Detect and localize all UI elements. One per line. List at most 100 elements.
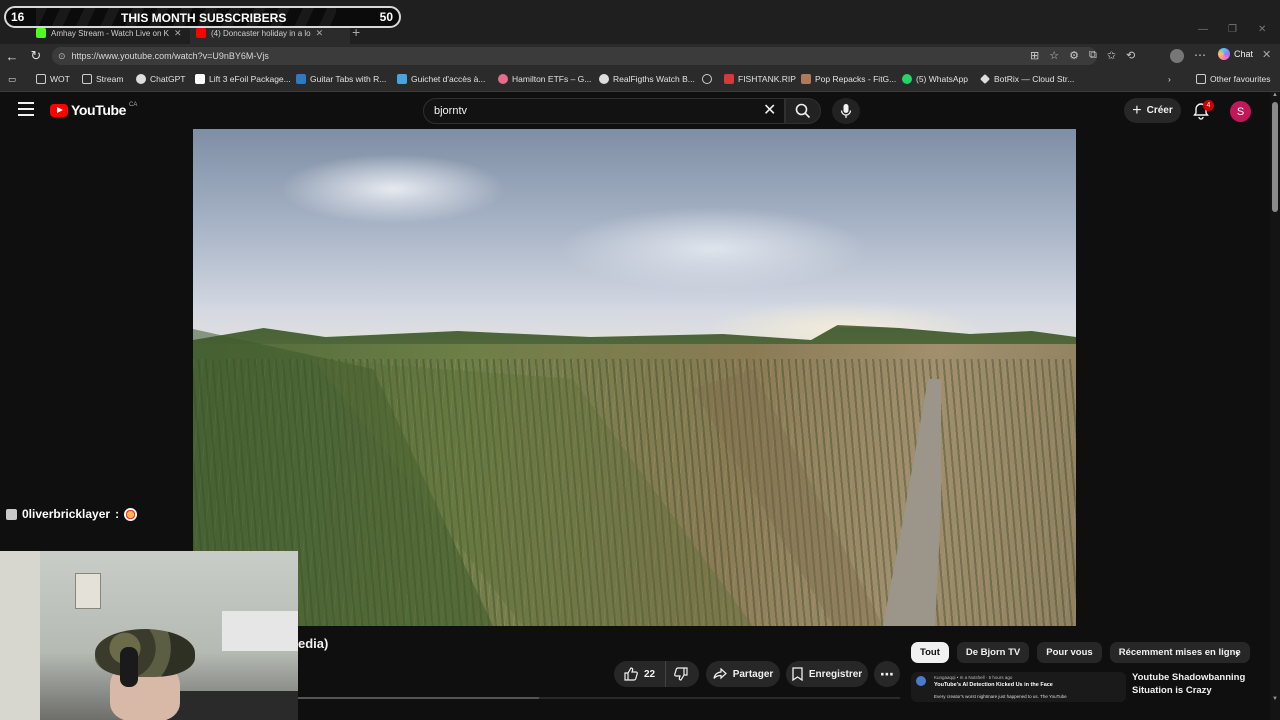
scroll-down-arrow-icon[interactable]: ▼ (1272, 696, 1278, 702)
chatgpt-icon (136, 74, 146, 84)
clear-search-icon[interactable]: ✕ (763, 100, 776, 120)
webcam-overlay (0, 551, 298, 720)
bookmark-item[interactable]: FISHTANK.RIP (724, 74, 796, 84)
tab-close-icon[interactable]: ✕ (316, 28, 324, 39)
youtube-logo[interactable]: YouTube CA (50, 102, 137, 118)
history-icon[interactable]: ⟲ (1126, 49, 1135, 62)
video-footpath (193, 329, 941, 626)
page-scrollbar[interactable]: ▲ ▼ (1270, 92, 1280, 720)
reload-icon[interactable]: ↻ (24, 48, 48, 64)
scrollbar-thumb[interactable] (1272, 102, 1278, 212)
fitgirl-icon (801, 74, 811, 84)
botrix-icon (980, 74, 990, 84)
chat-badge-icon (6, 508, 17, 520)
back-icon[interactable]: ← (0, 49, 24, 64)
other-favourites-folder[interactable]: Other favourites (1196, 74, 1270, 84)
youtube-favicon-icon (196, 28, 206, 38)
chip-all[interactable]: Tout (911, 642, 949, 663)
tab-close-icon[interactable]: ✕ (174, 28, 182, 39)
bookmark-item[interactable]: Pop Repacks - FitG... (801, 74, 896, 84)
address-bar-row: ← ↻ ⊙ https://www.youtube.com/watch?v=U9… (0, 44, 1280, 68)
folder-icon (36, 74, 46, 84)
bookmark-icon (792, 667, 803, 681)
youtube-header: YouTube CA ✕ + Créer (0, 92, 1270, 129)
save-label: Enregistrer (808, 668, 863, 680)
webcam-background-shelf (222, 611, 298, 651)
save-button[interactable]: Enregistrer (786, 661, 868, 687)
channel-icon (916, 676, 926, 686)
favorites-icon[interactable]: ✩ (1107, 49, 1116, 62)
account-avatar[interactable]: S (1230, 101, 1251, 122)
restore-icon[interactable]: ❐ (1228, 24, 1237, 35)
bookmark-item[interactable]: Stream (82, 74, 123, 84)
reading-mode-icon[interactable]: ▭ (8, 74, 16, 85)
favorite-star-icon[interactable]: ☆ (1049, 49, 1059, 62)
stream-chat-message: 0liverbricklayer : (6, 507, 138, 521)
bookmark-item[interactable]: RealFigths Watch B... (599, 74, 695, 84)
notification-badge: 4 (1203, 100, 1214, 111)
copilot-chat-button[interactable]: Chat (1218, 48, 1253, 60)
share-label: Partager (732, 668, 774, 680)
sidebar-close-icon[interactable]: ✕ (1262, 48, 1271, 61)
video-player[interactable] (193, 129, 1076, 626)
lock-icon: ⊙ (58, 50, 66, 61)
video-title: edia) (298, 636, 329, 651)
star-icon (397, 74, 407, 84)
search-input[interactable] (434, 105, 754, 117)
logo-text: YouTube (71, 102, 127, 118)
app-available-icon[interactable]: ⊞ (1030, 49, 1039, 62)
chat-username: 0liverbricklayer (22, 507, 111, 521)
extension-icon[interactable]: ⚙ (1069, 49, 1079, 62)
webcam-streamer-cap (95, 629, 195, 677)
thumbs-down-icon (674, 667, 688, 681)
dislike-button[interactable] (666, 661, 696, 687)
recommendation-chips: Tout De Bjorn TV Pour vous Récemment mis… (911, 642, 1250, 663)
chip-for-you[interactable]: Pour vous (1037, 642, 1102, 663)
chips-next-chevron-icon[interactable]: › (1235, 645, 1240, 661)
fish-icon (724, 74, 734, 84)
share-button[interactable]: Partager (706, 661, 780, 687)
scroll-up-arrow-icon[interactable]: ▲ (1272, 92, 1278, 98)
webcam-headset (120, 647, 138, 687)
bookmark-item[interactable]: (5) WhatsApp (902, 74, 968, 84)
create-label: Créer (1146, 105, 1173, 116)
chip-from-channel[interactable]: De Bjorn TV (956, 642, 1030, 663)
bookmark-item[interactable] (702, 74, 716, 84)
recommendation-title[interactable]: Youtube Shadowbanning Situation is Crazy (1132, 671, 1262, 697)
like-button[interactable]: 22 (614, 661, 667, 687)
search-button[interactable] (785, 98, 821, 124)
tab-title: Amhay Stream - Watch Live on K (51, 28, 169, 38)
hamilton-icon (498, 74, 508, 84)
folder-icon (82, 74, 92, 84)
bookmarks-overflow-icon[interactable]: › (1168, 74, 1171, 84)
chip-recently-uploaded[interactable]: Récemment mises en ligne (1109, 642, 1250, 663)
bookmark-item[interactable]: Guichet d'accès à... (397, 74, 485, 84)
search-box (423, 98, 785, 124)
webcam-background-door (0, 551, 40, 720)
more-actions-button[interactable]: ⋯ (874, 661, 900, 687)
bookmarks-bar: ▭ WOT Stream ChatGPT Lift 3 eFoil Packag… (0, 68, 1280, 92)
kick-favicon-icon (36, 28, 46, 38)
microphone-icon (840, 104, 852, 118)
whatsapp-icon (902, 74, 912, 84)
create-button[interactable]: + Créer (1124, 98, 1181, 123)
overlay-left-count: 16 (11, 10, 25, 24)
url-text[interactable]: https://www.youtube.com/watch?v=U9nBY6M-… (72, 51, 269, 61)
browser-profile-avatar[interactable] (1170, 49, 1184, 63)
bookmark-item[interactable]: ChatGPT (136, 74, 185, 84)
bookmark-item[interactable]: WOT (36, 74, 70, 84)
window-close-icon[interactable]: ✕ (1258, 24, 1266, 35)
menu-icon[interactable] (18, 102, 34, 116)
bookmark-item[interactable]: Hamilton ETFs – G... (498, 74, 591, 84)
bookmark-item[interactable]: Lift 3 eFoil Package... (195, 74, 291, 84)
bookmark-item[interactable]: Guitar Tabs with R... (296, 74, 386, 84)
bookmark-item[interactable]: BotRix — Cloud Str... (980, 74, 1074, 84)
country-code: CA (129, 102, 138, 108)
minimize-icon[interactable]: — (1198, 24, 1208, 35)
address-bar[interactable]: ⊙ https://www.youtube.com/watch?v=U9nBY6… (52, 47, 1097, 65)
browser-menu-icon[interactable]: ⋯ (1194, 48, 1206, 62)
voice-search-button[interactable] (832, 98, 860, 124)
thumbnail-channel-text: Kungaaqqi • In a Nutshell · 5 hours ago (934, 675, 1013, 680)
recommendation-thumbnail[interactable]: Kungaaqqi • In a Nutshell · 5 hours ago … (911, 672, 1126, 702)
split-screen-icon[interactable]: ⧉ (1089, 49, 1097, 62)
